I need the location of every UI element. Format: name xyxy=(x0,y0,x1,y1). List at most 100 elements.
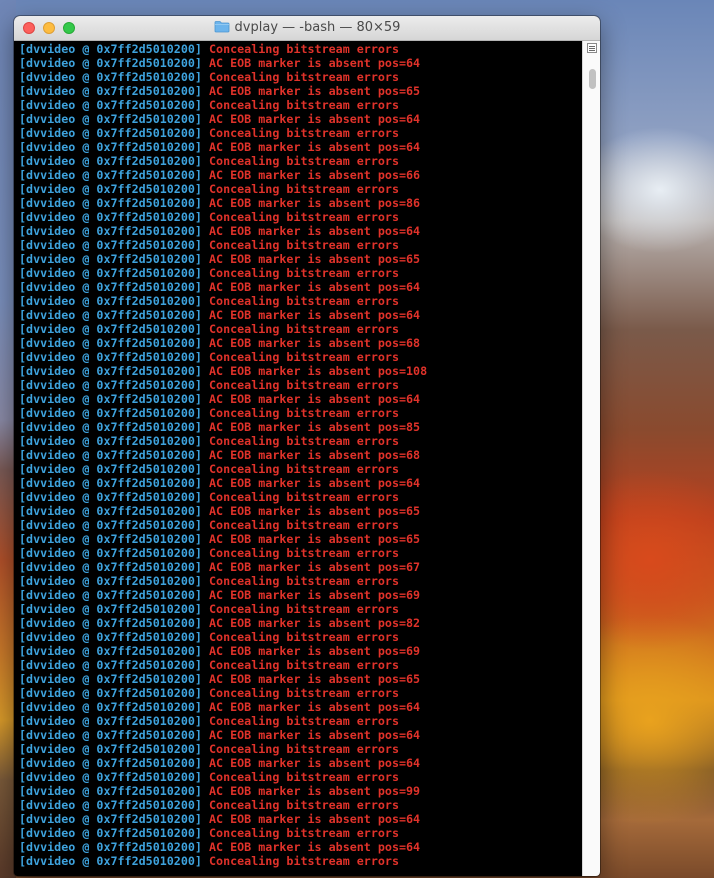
log-message: Concealing bitstream errors xyxy=(209,490,399,504)
log-source-prefix: [dvvideo @ 0x7ff2d5010200] xyxy=(19,686,202,700)
terminal-line: [dvvideo @ 0x7ff2d5010200] AC EOB marker… xyxy=(19,448,583,462)
terminal-line: [dvvideo @ 0x7ff2d5010200] Concealing bi… xyxy=(19,686,583,700)
terminal-line: [dvvideo @ 0x7ff2d5010200] AC EOB marker… xyxy=(19,728,583,742)
log-message: Concealing bitstream errors xyxy=(209,602,399,616)
terminal-line: [dvvideo @ 0x7ff2d5010200] AC EOB marker… xyxy=(19,812,583,826)
log-message: AC EOB marker is absent pos=99 xyxy=(209,784,421,798)
log-message: Concealing bitstream errors xyxy=(209,742,399,756)
terminal-line: [dvvideo @ 0x7ff2d5010200] Concealing bi… xyxy=(19,182,583,196)
terminal-line: [dvvideo @ 0x7ff2d5010200] AC EOB marker… xyxy=(19,84,583,98)
log-source-prefix: [dvvideo @ 0x7ff2d5010200] xyxy=(19,672,202,686)
terminal-line: [dvvideo @ 0x7ff2d5010200] AC EOB marker… xyxy=(19,476,583,490)
terminal-line: [dvvideo @ 0x7ff2d5010200] AC EOB marker… xyxy=(19,420,583,434)
scrollbar-thumb[interactable] xyxy=(589,69,596,89)
log-source-prefix: [dvvideo @ 0x7ff2d5010200] xyxy=(19,42,202,56)
log-message: Concealing bitstream errors xyxy=(209,126,399,140)
terminal-line: [dvvideo @ 0x7ff2d5010200] Concealing bi… xyxy=(19,518,583,532)
log-message: Concealing bitstream errors xyxy=(209,658,399,672)
terminal-line: [dvvideo @ 0x7ff2d5010200] Concealing bi… xyxy=(19,294,583,308)
log-message: AC EOB marker is absent pos=85 xyxy=(209,420,421,434)
log-source-prefix: [dvvideo @ 0x7ff2d5010200] xyxy=(19,546,202,560)
log-message: AC EOB marker is absent pos=65 xyxy=(209,252,421,266)
log-source-prefix: [dvvideo @ 0x7ff2d5010200] xyxy=(19,574,202,588)
log-message: AC EOB marker is absent pos=65 xyxy=(209,504,421,518)
title-bar[interactable]: dvplay — -bash — 80×59 xyxy=(14,16,600,41)
log-source-prefix: [dvvideo @ 0x7ff2d5010200] xyxy=(19,658,202,672)
terminal-line: [dvvideo @ 0x7ff2d5010200] Concealing bi… xyxy=(19,574,583,588)
log-source-prefix: [dvvideo @ 0x7ff2d5010200] xyxy=(19,406,202,420)
terminal-output[interactable]: [dvvideo @ 0x7ff2d5010200] Concealing bi… xyxy=(14,41,583,876)
terminal-line: [dvvideo @ 0x7ff2d5010200] AC EOB marker… xyxy=(19,616,583,630)
terminal-line: [dvvideo @ 0x7ff2d5010200] Concealing bi… xyxy=(19,826,583,840)
log-source-prefix: [dvvideo @ 0x7ff2d5010200] xyxy=(19,154,202,168)
terminal-line: [dvvideo @ 0x7ff2d5010200] Concealing bi… xyxy=(19,266,583,280)
log-source-prefix: [dvvideo @ 0x7ff2d5010200] xyxy=(19,322,202,336)
log-source-prefix: [dvvideo @ 0x7ff2d5010200] xyxy=(19,266,202,280)
log-source-prefix: [dvvideo @ 0x7ff2d5010200] xyxy=(19,854,202,868)
log-source-prefix: [dvvideo @ 0x7ff2d5010200] xyxy=(19,616,202,630)
terminal-line: [dvvideo @ 0x7ff2d5010200] Concealing bi… xyxy=(19,770,583,784)
log-source-prefix: [dvvideo @ 0x7ff2d5010200] xyxy=(19,98,202,112)
terminal-line: [dvvideo @ 0x7ff2d5010200] AC EOB marker… xyxy=(19,504,583,518)
log-message: AC EOB marker is absent pos=68 xyxy=(209,448,421,462)
vertical-scrollbar[interactable] xyxy=(582,41,600,876)
log-source-prefix: [dvvideo @ 0x7ff2d5010200] xyxy=(19,742,202,756)
log-message: Concealing bitstream errors xyxy=(209,42,399,56)
log-message: AC EOB marker is absent pos=64 xyxy=(209,728,421,742)
list-menu-icon[interactable] xyxy=(587,43,597,53)
log-source-prefix: [dvvideo @ 0x7ff2d5010200] xyxy=(19,434,202,448)
log-source-prefix: [dvvideo @ 0x7ff2d5010200] xyxy=(19,70,202,84)
log-source-prefix: [dvvideo @ 0x7ff2d5010200] xyxy=(19,252,202,266)
log-source-prefix: [dvvideo @ 0x7ff2d5010200] xyxy=(19,210,202,224)
terminal-line: [dvvideo @ 0x7ff2d5010200] Concealing bi… xyxy=(19,602,583,616)
terminal-line: [dvvideo @ 0x7ff2d5010200] Concealing bi… xyxy=(19,658,583,672)
log-message: Concealing bitstream errors xyxy=(209,294,399,308)
terminal-line: [dvvideo @ 0x7ff2d5010200] AC EOB marker… xyxy=(19,364,583,378)
terminal-line: [dvvideo @ 0x7ff2d5010200] Concealing bi… xyxy=(19,546,583,560)
window-title-group: dvplay — -bash — 80×59 xyxy=(14,20,600,36)
terminal-line: [dvvideo @ 0x7ff2d5010200] Concealing bi… xyxy=(19,434,583,448)
log-source-prefix: [dvvideo @ 0x7ff2d5010200] xyxy=(19,112,202,126)
terminal-line: [dvvideo @ 0x7ff2d5010200] AC EOB marker… xyxy=(19,756,583,770)
terminal-line: [dvvideo @ 0x7ff2d5010200] Concealing bi… xyxy=(19,210,583,224)
log-source-prefix: [dvvideo @ 0x7ff2d5010200] xyxy=(19,420,202,434)
folder-icon xyxy=(214,20,230,37)
terminal-line: [dvvideo @ 0x7ff2d5010200] AC EOB marker… xyxy=(19,644,583,658)
log-message: Concealing bitstream errors xyxy=(209,854,399,868)
log-source-prefix: [dvvideo @ 0x7ff2d5010200] xyxy=(19,224,202,238)
terminal-line: [dvvideo @ 0x7ff2d5010200] AC EOB marker… xyxy=(19,392,583,406)
terminal-line: [dvvideo @ 0x7ff2d5010200] Concealing bi… xyxy=(19,70,583,84)
log-source-prefix: [dvvideo @ 0x7ff2d5010200] xyxy=(19,812,202,826)
window-title: dvplay — -bash — 80×59 xyxy=(234,20,401,35)
log-source-prefix: [dvvideo @ 0x7ff2d5010200] xyxy=(19,798,202,812)
log-message: AC EOB marker is absent pos=64 xyxy=(209,112,421,126)
log-source-prefix: [dvvideo @ 0x7ff2d5010200] xyxy=(19,364,202,378)
terminal-line: [dvvideo @ 0x7ff2d5010200] AC EOB marker… xyxy=(19,700,583,714)
log-message: Concealing bitstream errors xyxy=(209,546,399,560)
log-source-prefix: [dvvideo @ 0x7ff2d5010200] xyxy=(19,518,202,532)
log-message: AC EOB marker is absent pos=69 xyxy=(209,588,421,602)
log-message: AC EOB marker is absent pos=64 xyxy=(209,56,421,70)
terminal-line: [dvvideo @ 0x7ff2d5010200] AC EOB marker… xyxy=(19,252,583,266)
terminal-line: [dvvideo @ 0x7ff2d5010200] AC EOB marker… xyxy=(19,140,583,154)
terminal-line: [dvvideo @ 0x7ff2d5010200] Concealing bi… xyxy=(19,462,583,476)
log-message: Concealing bitstream errors xyxy=(209,434,399,448)
terminal-line: [dvvideo @ 0x7ff2d5010200] Concealing bi… xyxy=(19,322,583,336)
log-source-prefix: [dvvideo @ 0x7ff2d5010200] xyxy=(19,770,202,784)
log-source-prefix: [dvvideo @ 0x7ff2d5010200] xyxy=(19,840,202,854)
log-source-prefix: [dvvideo @ 0x7ff2d5010200] xyxy=(19,700,202,714)
terminal-line: [dvvideo @ 0x7ff2d5010200] Concealing bi… xyxy=(19,854,583,868)
log-message: Concealing bitstream errors xyxy=(209,182,399,196)
terminal-line: [dvvideo @ 0x7ff2d5010200] Concealing bi… xyxy=(19,238,583,252)
log-source-prefix: [dvvideo @ 0x7ff2d5010200] xyxy=(19,630,202,644)
log-source-prefix: [dvvideo @ 0x7ff2d5010200] xyxy=(19,448,202,462)
log-source-prefix: [dvvideo @ 0x7ff2d5010200] xyxy=(19,462,202,476)
log-message: AC EOB marker is absent pos=64 xyxy=(209,756,421,770)
log-message: Concealing bitstream errors xyxy=(209,714,399,728)
log-source-prefix: [dvvideo @ 0x7ff2d5010200] xyxy=(19,280,202,294)
terminal-line: [dvvideo @ 0x7ff2d5010200] Concealing bi… xyxy=(19,378,583,392)
log-source-prefix: [dvvideo @ 0x7ff2d5010200] xyxy=(19,336,202,350)
log-message: Concealing bitstream errors xyxy=(209,350,399,364)
log-source-prefix: [dvvideo @ 0x7ff2d5010200] xyxy=(19,56,202,70)
log-message: AC EOB marker is absent pos=64 xyxy=(209,392,421,406)
